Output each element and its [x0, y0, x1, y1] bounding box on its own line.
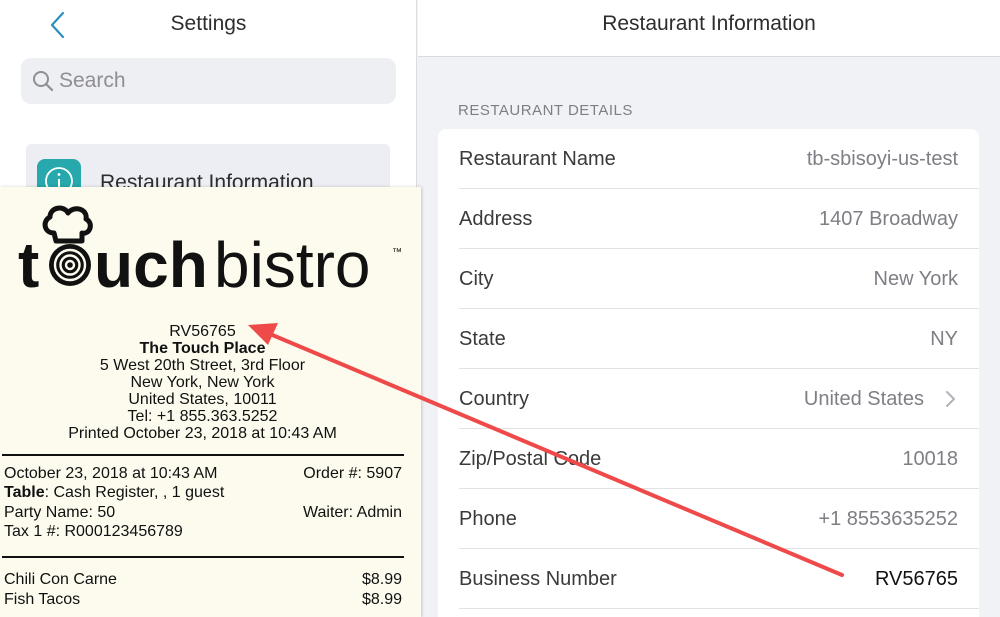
receipt-party-name: Party Name: 50 [4, 504, 116, 521]
receipt-item-name: Chili Con Carne [4, 571, 117, 588]
row-value: +1 8553635252 [818, 508, 958, 530]
receipt-header: RV56765 The Touch Place 5 West 20th Stre… [0, 323, 405, 442]
svg-text:bistro: bistro [214, 229, 371, 293]
row-address[interactable]: Address 1407 Broadway [438, 189, 979, 249]
receipt-item-price: $8.99 [361, 591, 402, 608]
touchbistro-logo: t uch bistro ™ [18, 205, 402, 293]
receipt-divider [2, 556, 404, 558]
search-input[interactable] [59, 58, 379, 104]
row-state[interactable]: State NY [438, 309, 979, 369]
row-restaurant-name[interactable]: Restaurant Name tb-sbisoyi-us-test [438, 129, 979, 189]
row-value: 10018 [902, 448, 958, 470]
receipt-item-price: $8.99 [361, 571, 402, 588]
receipt-waiter: Waiter: Admin [303, 504, 402, 521]
detail-header: Restaurant Information [418, 0, 1000, 57]
receipt-phone-line: Tel: +1 855.363.5252 [127, 408, 278, 425]
receipt-datetime: October 23, 2018 at 10:43 AM [4, 465, 218, 482]
chef-hat-icon [42, 205, 93, 244]
row-label: Restaurant Name [459, 148, 616, 170]
chevron-right-icon [946, 391, 955, 407]
receipt-order-number: Order #: 5907 [303, 465, 402, 482]
row-zip-postal-code[interactable]: Zip/Postal Code 10018 [438, 429, 979, 489]
business-number-value[interactable]: RV56765 [875, 568, 958, 591]
row-value: NY [930, 328, 958, 350]
search-box[interactable] [21, 58, 396, 104]
fingerprint-icon [49, 244, 91, 286]
row-label: City [459, 268, 494, 290]
svg-text:uch: uch [94, 229, 208, 293]
receipt-restaurant-name: The Touch Place [139, 340, 266, 357]
row-phone[interactable]: Phone +1 8553635252 [438, 489, 979, 549]
receipt-divider [2, 454, 404, 456]
receipt-printed-line: Printed October 23, 2018 at 10:43 AM [68, 425, 337, 442]
row-label: Country [459, 388, 530, 410]
row-city[interactable]: City New York [438, 249, 979, 309]
receipt-item-name: Fish Tacos [4, 591, 81, 608]
row-value: 1407 Broadway [819, 208, 958, 230]
restaurant-details-card: Restaurant Name tb-sbisoyi-us-test Addre… [438, 129, 979, 617]
receipt-business-number: RV56765 [169, 323, 236, 340]
row-label: Address [459, 208, 533, 230]
receipt-country-line: United States, 10011 [128, 391, 277, 408]
receipt-address-line: 5 West 20th Street, 3rd Floor [99, 357, 306, 374]
page-title: Restaurant Information [602, 12, 816, 35]
receipt-table-label: Table [4, 484, 45, 501]
svg-text:™: ™ [392, 247, 402, 258]
row-divider [459, 608, 979, 609]
settings-title: Settings [170, 12, 247, 35]
row-label: State [459, 328, 506, 350]
search-icon [33, 71, 54, 92]
receipt-tax-number: Tax 1 #: R000123456789 [4, 523, 183, 540]
settings-header: Settings [0, 0, 417, 52]
row-business-number[interactable]: Business Number RV56765 [438, 549, 979, 609]
receipt-city-line: New York, New York [130, 374, 275, 391]
receipt-preview: t uch bistro ™ RV56765 The Touch Place 5… [0, 187, 421, 617]
svg-text:t: t [18, 229, 39, 293]
row-value: New York [873, 268, 959, 290]
row-value: tb-sbisoyi-us-test [806, 148, 958, 170]
row-value: United States [803, 388, 924, 410]
receipt-table-value: : Cash Register, , 1 guest [44, 484, 225, 501]
row-label: Zip/Postal Code [459, 448, 602, 470]
row-country[interactable]: Country United States [438, 369, 979, 429]
section-label: RESTAURANT DETAILS [458, 102, 633, 119]
row-label: Business Number [459, 568, 617, 590]
row-label: Phone [459, 508, 517, 530]
